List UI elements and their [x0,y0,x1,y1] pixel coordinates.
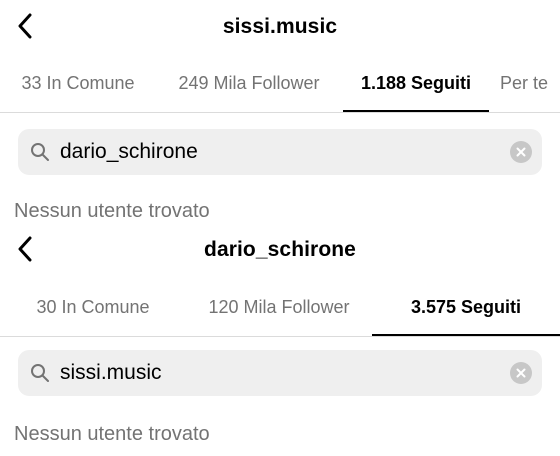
tab-follower[interactable]: 249 Mila Follower [160,54,338,112]
tab-label: 249 Mila Follower [178,72,320,93]
profile-username-title: dario_schirone [204,238,356,261]
tab-label: 33 In Comune [21,72,135,93]
clear-search-button[interactable] [510,362,532,384]
clear-x-icon [516,368,526,378]
tab-in-comune[interactable]: 30 In Comune [18,278,168,336]
search-input[interactable] [60,140,510,164]
tab-label: 3.575 Seguiti [410,296,522,317]
tab-label: 30 In Comune [36,296,150,317]
clear-search-button[interactable] [510,141,532,163]
no-results-message: Nessun utente trovato [14,200,210,222]
clear-x-icon [516,147,526,157]
following-panel-sissi: sissi.music 33 In Comune 249 Mila Follow… [0,0,560,228]
tab-divider [0,336,560,337]
tab-follower[interactable]: 120 Mila Follower [190,278,368,336]
tab-bar: 30 In Comune 120 Mila Follower 3.575 Seg… [0,278,560,338]
search-bar[interactable] [18,129,542,175]
tab-seguiti[interactable]: 3.575 Seguiti [372,278,560,336]
tab-label: Per te [500,72,549,93]
following-panel-dario: dario_schirone 30 In Comune 120 Mila Fol… [0,222,560,456]
tab-in-comune[interactable]: 33 In Comune [4,54,152,112]
search-input[interactable] [60,361,510,385]
search-icon [31,364,49,382]
search-bar[interactable] [18,350,542,396]
no-results-message: Nessun utente trovato [14,423,210,445]
profile-username-title: sissi.music [222,15,338,38]
tab-per-te[interactable]: Per te [500,54,560,112]
search-icon [31,143,49,161]
tab-bar: 33 In Comune 249 Mila Follower 1.188 Seg… [0,54,560,114]
tab-label: 120 Mila Follower [208,296,350,317]
tab-divider [0,112,560,113]
tab-label: 1.188 Seguiti [360,72,472,93]
tab-seguiti[interactable]: 1.188 Seguiti [343,54,489,112]
